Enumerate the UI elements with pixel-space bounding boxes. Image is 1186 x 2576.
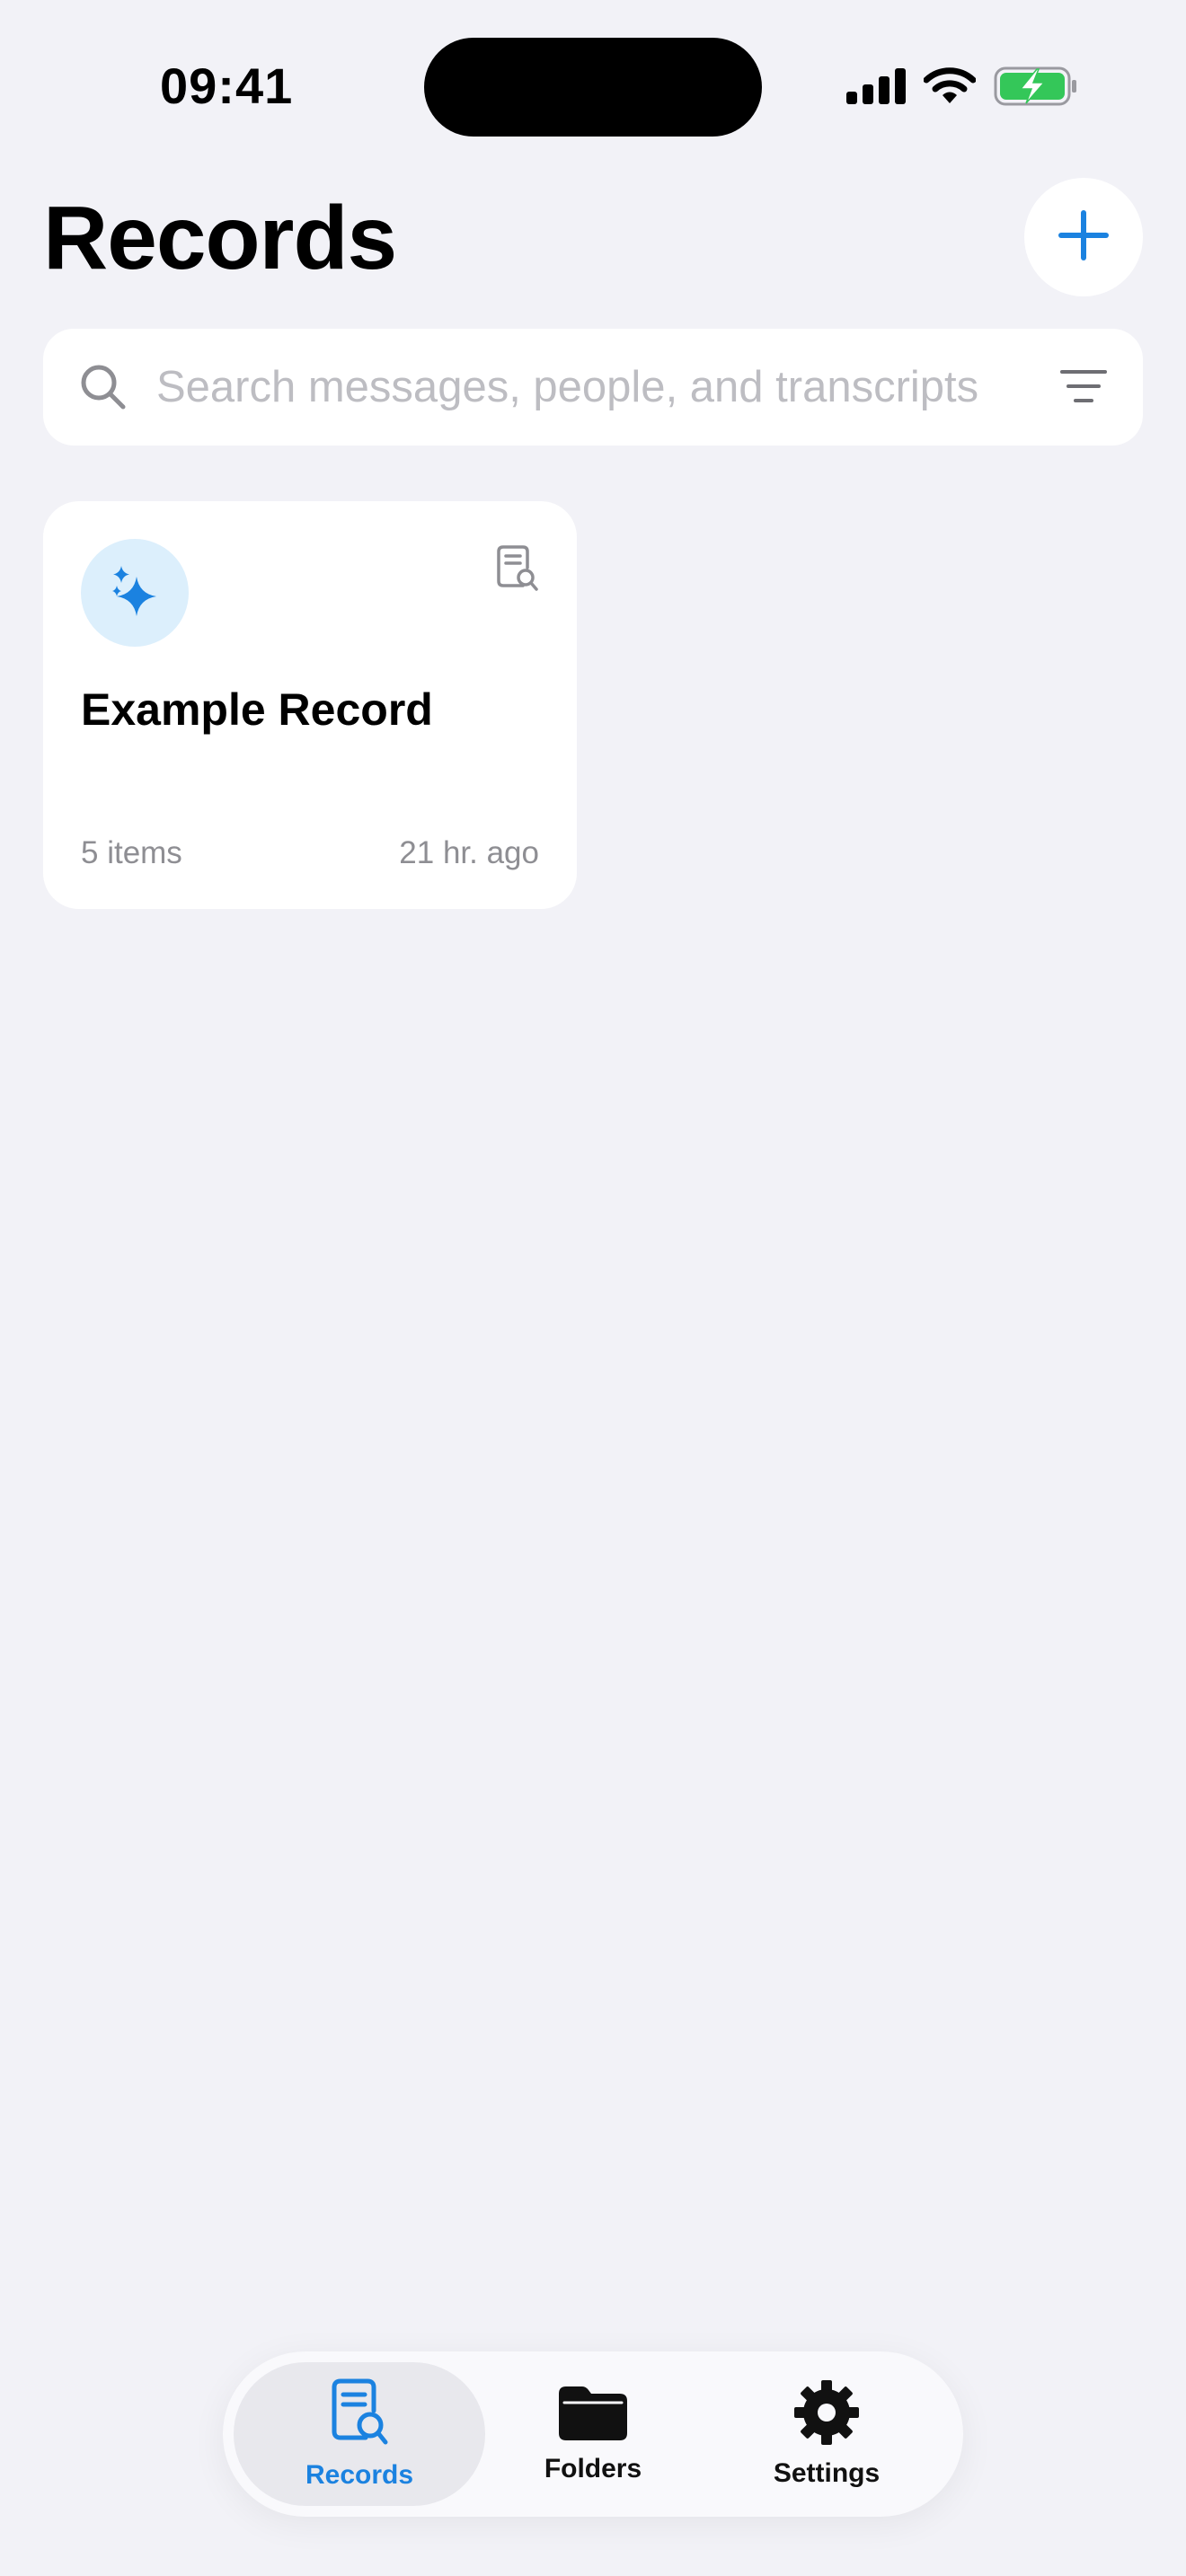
tab-folders-label: Folders [544,2453,642,2483]
status-time: 09:41 [160,57,294,114]
search-input[interactable] [156,347,1055,428]
plus-icon [1057,208,1111,267]
search-icon [79,363,128,416]
record-item-count: 5 items [81,835,182,870]
tab-bar: Records Folders Settings [223,2351,963,2517]
cellular-signal-icon [846,68,906,104]
document-search-icon [330,2377,389,2453]
status-bar: 09:41 [0,0,1186,162]
wifi-icon [924,67,976,105]
filter-icon[interactable] [1060,365,1107,414]
record-card[interactable]: Example Record 5 items 21 hr. ago [43,501,577,909]
record-timestamp: 21 hr. ago [399,835,539,870]
record-title: Example Record [81,684,433,735]
tab-settings[interactable]: Settings [701,2362,952,2506]
search-bar [43,329,1143,446]
dynamic-island [424,38,762,137]
record-badge [81,539,189,647]
document-search-icon [496,544,539,597]
status-icons [846,63,1078,110]
gear-icon [792,2378,861,2451]
battery-charging-icon [994,66,1078,107]
tab-settings-label: Settings [773,2457,881,2488]
sparkles-icon [108,564,162,622]
tab-folders[interactable]: Folders [485,2362,701,2506]
page-title: Records [43,188,397,288]
add-record-button[interactable] [1024,178,1143,296]
folder-icon [557,2383,629,2447]
tab-records[interactable]: Records [234,2362,485,2506]
tab-records-label: Records [305,2459,414,2490]
